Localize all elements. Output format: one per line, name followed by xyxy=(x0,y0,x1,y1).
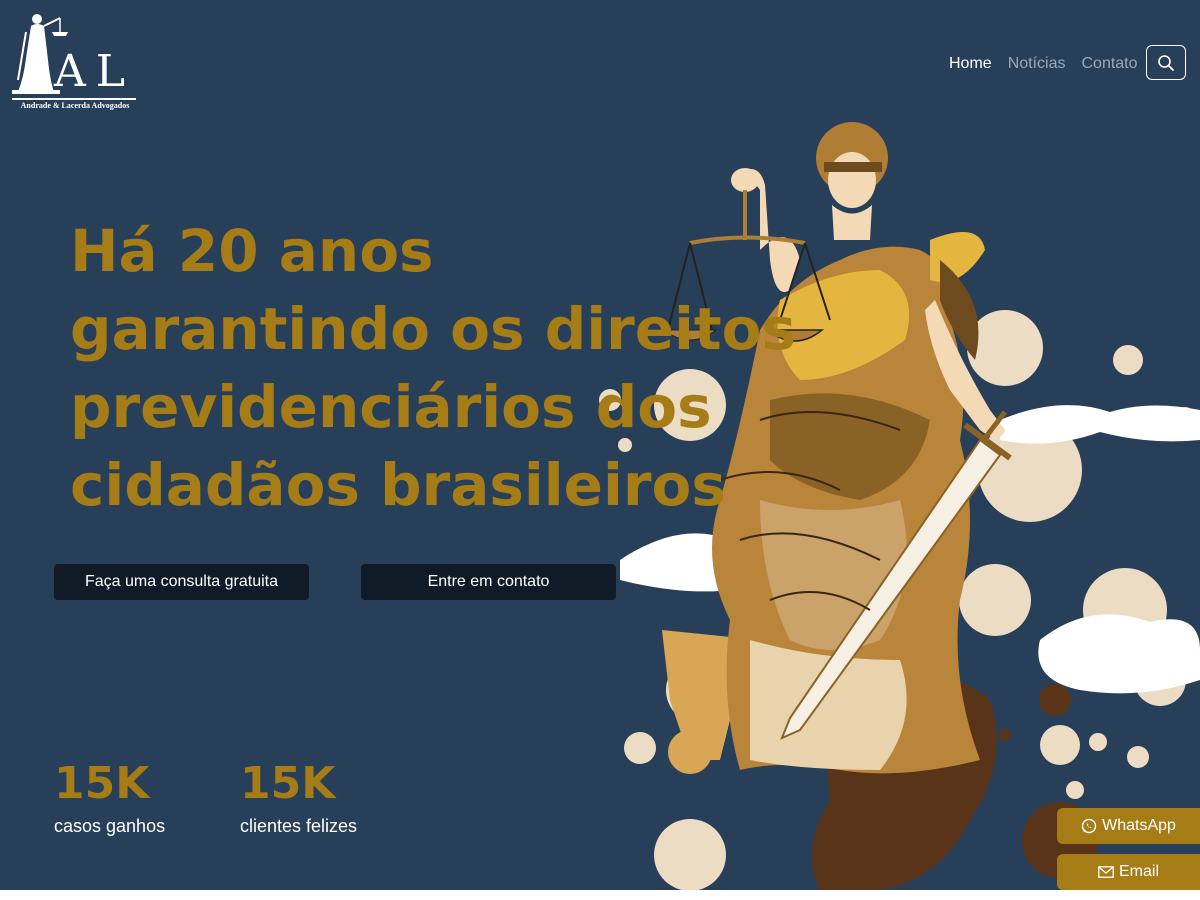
whatsapp-icon xyxy=(1081,818,1097,834)
hero-section: A L Andrade & Lacerda Advogados Home Not… xyxy=(0,0,1200,890)
headline-line: garantindo os direitos xyxy=(70,295,797,363)
whatsapp-label: WhatsApp xyxy=(1102,817,1176,834)
email-button[interactable]: Email xyxy=(1057,854,1200,890)
stat-value: 15K xyxy=(240,758,336,809)
envelope-icon xyxy=(1098,866,1114,878)
nav-contato[interactable]: Contato xyxy=(1081,53,1137,75)
stat-label: clientes felizes xyxy=(240,816,358,836)
email-label: Email xyxy=(1118,863,1159,880)
nav-home[interactable]: Home xyxy=(949,53,992,75)
logo-rule xyxy=(12,98,136,100)
headline-line: previdenciários dos xyxy=(70,373,712,441)
nav-noticias[interactable]: Notícias xyxy=(1008,53,1066,75)
logo-monogram: A L xyxy=(54,46,125,97)
stat-cases-won: 15K casos ganhos xyxy=(54,756,165,837)
stat-label: casos ganhos xyxy=(54,816,166,836)
whatsapp-button[interactable]: WhatsApp xyxy=(1057,808,1200,844)
hero-headline: Há 20 anos garantindo os direitos previd… xyxy=(70,212,810,524)
headline-line: cidadãos brasileiros xyxy=(70,451,726,519)
contact-button[interactable]: Entre em contato xyxy=(361,564,616,600)
logo-caption: Andrade & Lacerda Advogados xyxy=(20,101,130,110)
search-button[interactable] xyxy=(1146,45,1186,80)
free-consultation-button[interactable]: Faça uma consulta gratuita xyxy=(54,564,309,600)
headline-line: Há 20 anos xyxy=(70,217,434,285)
main-nav: Home Notícias Contato xyxy=(949,53,1138,75)
search-icon xyxy=(1158,54,1174,71)
stat-value: 15K xyxy=(54,758,150,809)
brand-logo[interactable]: A L Andrade & Lacerda Advogados xyxy=(10,10,138,112)
stat-happy-clients: 15K clientes felizes xyxy=(240,756,357,837)
